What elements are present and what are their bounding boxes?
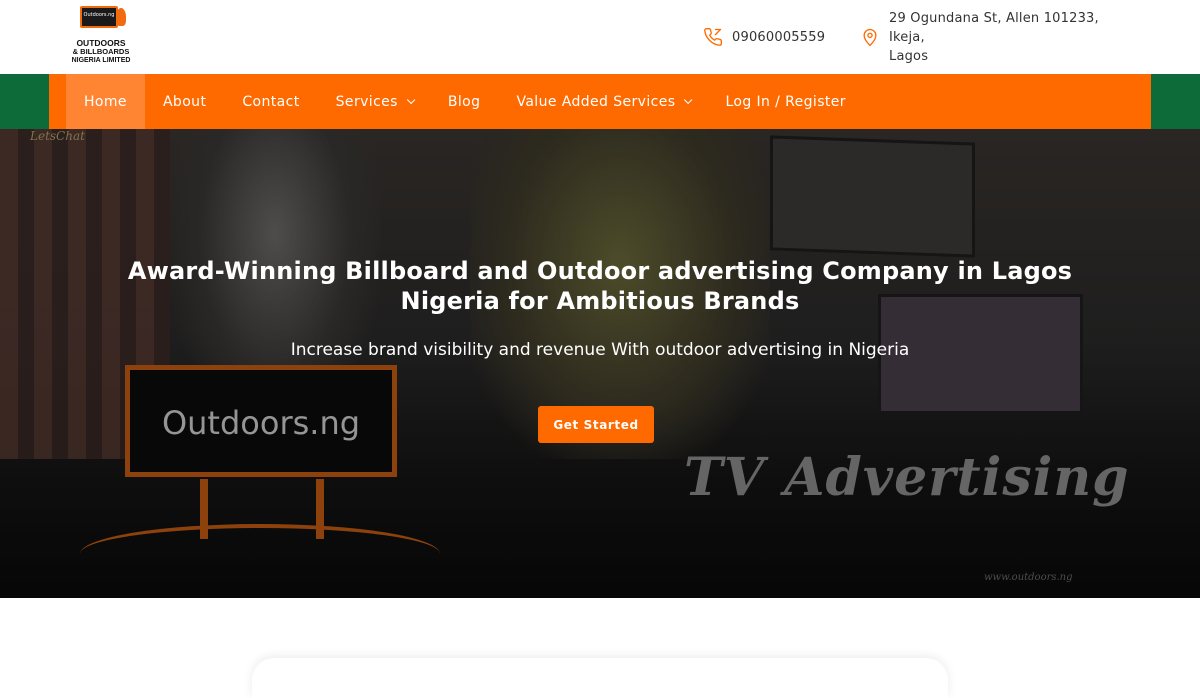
logo-sign-text: Outdoors.ng [83,12,115,18]
hero-title: Award-Winning Billboard and Outdoor adve… [127,257,1073,315]
nav-services[interactable]: Services [318,74,430,129]
address-line-2: Lagos [889,48,929,64]
nav-home-label: Home [84,93,127,110]
site-logo[interactable]: Outdoors.ng OUTDOORS & BILLBOARDS NIGERI… [66,6,136,68]
logo-line-2: & BILLBOARDS [72,47,130,56]
header-address: 29 Ogundana St, Allen 101233, Ikeja, Lag… [860,0,1130,74]
hero-overlay [0,129,1200,598]
main-nav: Home About Contact Services Blog Value A… [49,74,1151,129]
phone-icon [704,27,723,46]
nav-blog-label: Blog [447,93,481,110]
nav-login-label: Log In / Register [725,93,846,110]
nav-services-label: Services [335,93,398,110]
phone-number: 09060005559 [732,29,826,45]
get-started-button[interactable]: Get Started [538,406,654,443]
nav-value-added-services[interactable]: Value Added Services [498,74,707,129]
map-pin-icon [863,28,877,46]
address-line-1: 29 Ogundana St, Allen 101233, Ikeja, [889,10,1099,45]
nav-contact-label: Contact [242,93,300,110]
nav-home[interactable]: Home [66,74,145,129]
logo-flame-icon [116,8,126,26]
header-phone[interactable]: 09060005559 [703,0,825,74]
chevron-down-icon [684,95,693,104]
hero-section: LetsChat Outdoors.ng TV Advertising www.… [0,129,1200,598]
logo-line-3: NIGERIA LIMITED [71,57,131,64]
site-header: Outdoors.ng OUTDOORS & BILLBOARDS NIGERI… [0,0,1200,74]
nav-vas-label: Value Added Services [516,93,676,110]
content-section [0,598,1200,698]
hero-subtitle: Increase brand visibility and revenue Wi… [290,340,910,360]
main-nav-bar: Home About Contact Services Blog Value A… [0,74,1200,129]
logo-line-1: OUTDOORS [76,38,126,48]
logo-sign: Outdoors.ng [80,6,118,28]
nav-login-register[interactable]: Log In / Register [707,74,864,129]
nav-contact[interactable]: Contact [224,74,317,129]
nav-about-label: About [162,93,207,110]
chevron-down-icon [406,95,416,104]
nav-about[interactable]: About [145,74,224,129]
nav-blog[interactable]: Blog [430,74,499,129]
content-card [252,658,948,698]
